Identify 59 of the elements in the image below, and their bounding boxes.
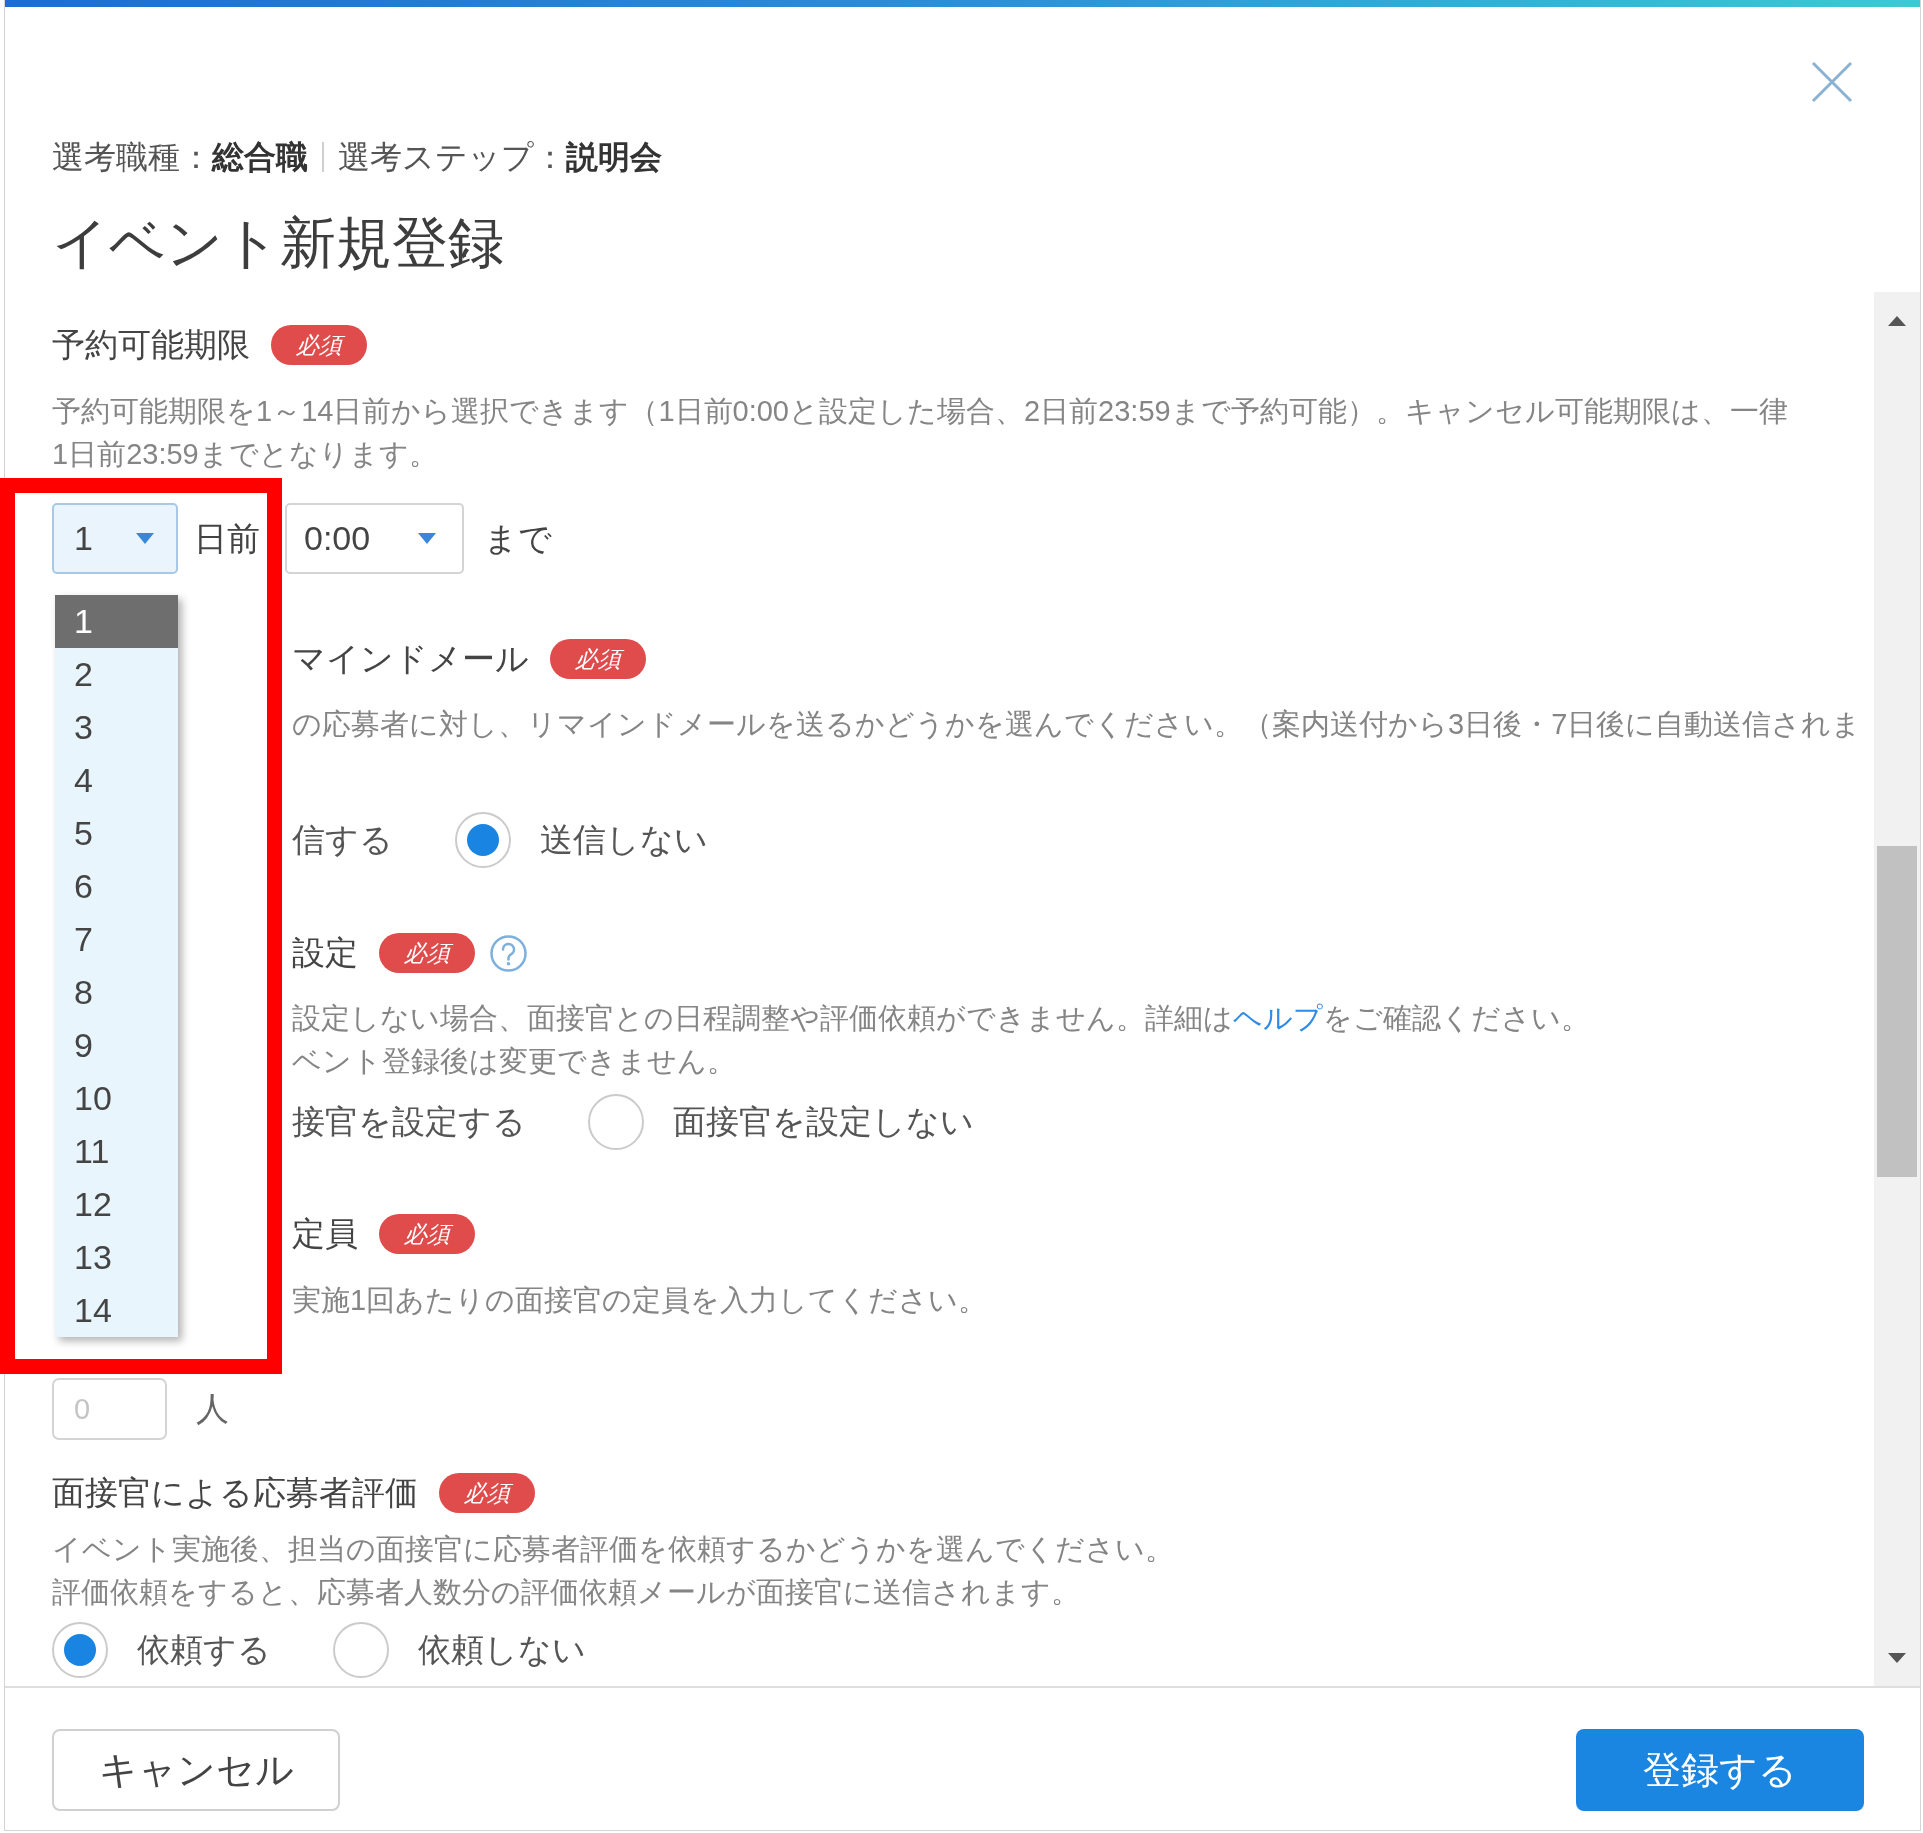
dropdown-option[interactable]: 6: [55, 860, 178, 913]
option-label: 面接官を設定しない: [673, 1102, 974, 1143]
breadcrumb-item: 選考職種：総合職: [52, 138, 308, 177]
scroll-up-icon[interactable]: [1888, 316, 1906, 326]
capacity-input[interactable]: 0: [52, 1378, 167, 1440]
help-link[interactable]: ヘルプ: [1233, 1002, 1323, 1034]
field-description: の応募者に対し、リマインドメールを送るかどうかを選んでください。（案内送付から3日後・7日後に自動送信されま: [292, 707, 1862, 742]
required-badge: 必須: [379, 933, 475, 973]
option-label: 依頼しない: [418, 1630, 586, 1671]
dropdown-option[interactable]: 12: [55, 1178, 178, 1231]
day-select[interactable]: 1: [52, 503, 178, 574]
close-icon: [1811, 61, 1853, 103]
field-label: 設定: [292, 933, 358, 974]
submit-button[interactable]: 登録する: [1576, 1729, 1864, 1811]
field-label: マインドメール: [292, 639, 529, 680]
dropdown-option[interactable]: 8: [55, 966, 178, 1019]
close-button[interactable]: [1811, 61, 1853, 103]
option-label: 依頼する: [137, 1630, 271, 1671]
option-label: 送信しない: [540, 820, 708, 861]
radio-button[interactable]: [588, 1094, 644, 1150]
time-select[interactable]: 0:00: [285, 503, 464, 574]
radio-button[interactable]: [455, 812, 511, 868]
suffix-label: まで: [484, 518, 552, 559]
dropdown-option[interactable]: 1: [55, 595, 178, 648]
field-description: 設定しない場合、面接官との日程調整や評価依頼ができません。詳細はヘルプをご確認ください。 ベント登録後は変更できません。: [292, 1001, 1590, 1079]
dropdown-option[interactable]: 11: [55, 1125, 178, 1178]
required-badge: 必須: [271, 325, 367, 365]
caret-icon: [136, 533, 154, 544]
required-badge: 必須: [379, 1214, 475, 1254]
breadcrumb-item: 選考ステップ：説明会: [338, 138, 662, 177]
dropdown-option[interactable]: 3: [55, 701, 178, 754]
scrollbar-thumb[interactable]: [1877, 846, 1917, 1177]
dropdown-option[interactable]: 13: [55, 1231, 178, 1284]
dropdown-option[interactable]: 14: [55, 1284, 178, 1337]
field-label: 定員: [292, 1214, 358, 1255]
option-label: 接官を設定する: [292, 1102, 526, 1143]
dropdown-option[interactable]: 5: [55, 807, 178, 860]
field-label: 予約可能期限: [52, 325, 250, 366]
dropdown-option[interactable]: 2: [55, 648, 178, 701]
caret-icon: [418, 533, 436, 544]
cancel-button[interactable]: キャンセル: [52, 1729, 340, 1811]
field-description: イベント実施後、担当の面接官に応募者評価を依頼するかどうかを選んでください。 評価依頼をすると、応募者人数分の評価依頼メールが面接官に送信されます。: [52, 1532, 1174, 1610]
radio-button[interactable]: [52, 1622, 108, 1678]
dropdown-option[interactable]: 9: [55, 1019, 178, 1072]
radio-button[interactable]: [333, 1622, 389, 1678]
field-description: 実施1回あたりの面接官の定員を入力してください。: [292, 1283, 988, 1318]
required-badge: 必須: [550, 639, 646, 679]
required-badge: 必須: [439, 1473, 535, 1513]
help-icon[interactable]: [490, 934, 527, 972]
dropdown-option[interactable]: 4: [55, 754, 178, 807]
dropdown-option[interactable]: 10: [55, 1072, 178, 1125]
unit-label: 日前: [194, 518, 260, 559]
unit-label: 人: [196, 1389, 229, 1430]
dropdown-option[interactable]: 7: [55, 913, 178, 966]
option-label: 信する: [292, 820, 393, 861]
scroll-down-icon[interactable]: [1888, 1653, 1906, 1663]
field-label: 面接官による応募者評価: [52, 1473, 418, 1514]
dialog-title: イベント新規登録: [52, 210, 504, 276]
field-description: 予約可能期限を1～14日前から選択できます（1日前0:00と設定した場合、2日前23:59まで予約可能）。キャンセル可能期限は、一律 1日前23:59までとなります。: [52, 394, 1788, 472]
